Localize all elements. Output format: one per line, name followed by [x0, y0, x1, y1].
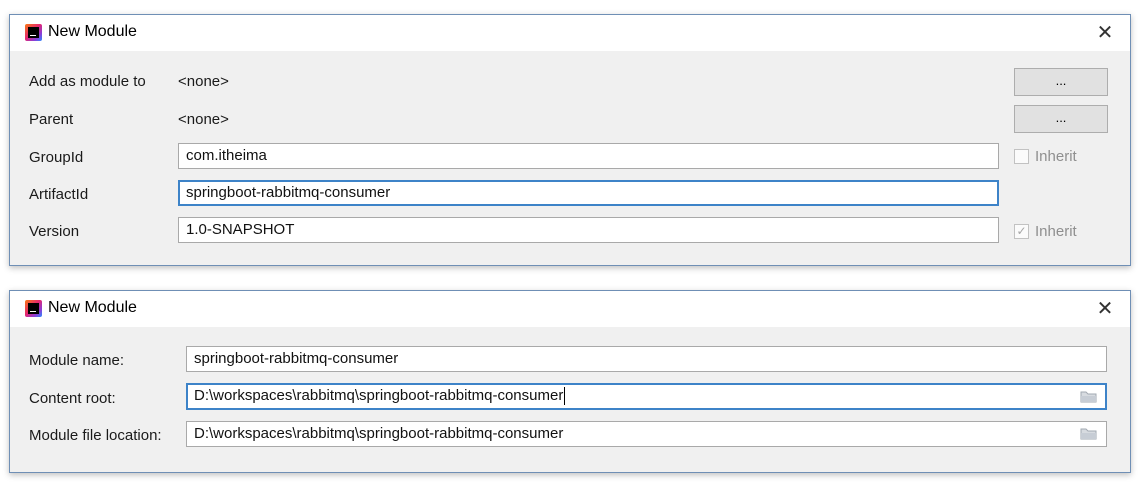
intellij-idea-icon: [25, 300, 42, 317]
groupid-field[interactable]: com.itheima: [178, 143, 999, 169]
close-icon[interactable]: ✕: [1093, 20, 1117, 44]
close-icon[interactable]: ✕: [1093, 296, 1117, 320]
parent-value: <none>: [178, 111, 229, 128]
add-as-module-value: <none>: [178, 73, 229, 90]
module-name-field[interactable]: springboot-rabbitmq-consumer: [186, 346, 1107, 372]
version-inherit-checkbox[interactable]: ✓ Inherit: [1014, 223, 1104, 241]
add-as-module-browse-button[interactable]: ...: [1014, 68, 1108, 96]
parent-label: Parent: [29, 111, 74, 128]
title-bar: New Module ✕: [10, 15, 1130, 51]
content-root-label: Content root:: [29, 390, 116, 407]
version-label: Version: [29, 223, 80, 240]
version-field[interactable]: 1.0-SNAPSHOT: [178, 217, 999, 243]
version-inherit-label: Inherit: [1035, 223, 1077, 240]
folder-icon[interactable]: [1080, 427, 1098, 441]
module-name-label: Module name:: [29, 352, 125, 369]
groupid-inherit-checkbox[interactable]: Inherit: [1014, 148, 1104, 166]
groupid-label: GroupId: [29, 149, 84, 166]
module-file-location-field[interactable]: D:\workspaces\rabbitmq\springboot-rabbit…: [186, 421, 1107, 447]
content-root-field[interactable]: D:\workspaces\rabbitmq\springboot-rabbit…: [186, 383, 1107, 410]
text-caret: [564, 387, 566, 406]
module-file-location-label: Module file location:: [29, 427, 162, 444]
checkbox-box[interactable]: [1014, 149, 1029, 164]
checkmark-icon[interactable]: ✓: [1014, 224, 1029, 239]
artifactid-field[interactable]: springboot-rabbitmq-consumer: [178, 180, 999, 206]
dialog-title: New Module: [48, 23, 137, 40]
title-bar: New Module ✕: [10, 291, 1130, 327]
groupid-inherit-label: Inherit: [1035, 148, 1077, 165]
new-module-dialog-settings: New Module ✕ Module name: springboot-rab…: [9, 290, 1131, 473]
dialog-title: New Module: [48, 299, 137, 316]
artifactid-label: ArtifactId: [29, 186, 89, 203]
folder-icon[interactable]: [1080, 390, 1098, 404]
new-module-dialog-maven: New Module ✕ Add as module to <none> ...…: [9, 14, 1131, 266]
parent-browse-button[interactable]: ...: [1014, 105, 1108, 133]
add-as-module-label: Add as module to: [29, 73, 146, 90]
intellij-idea-icon: [25, 24, 42, 41]
content-root-value: D:\workspaces\rabbitmq\springboot-rabbit…: [194, 387, 564, 404]
